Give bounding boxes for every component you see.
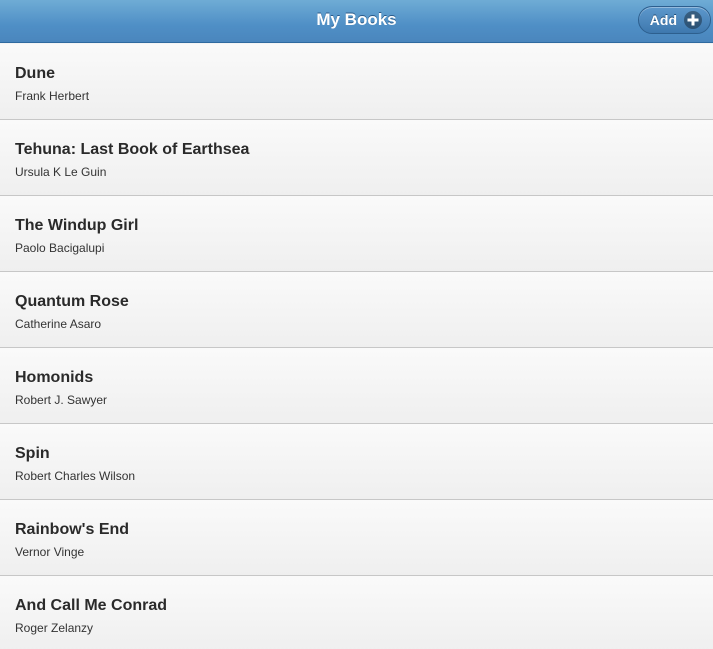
book-title: Tehuna: Last Book of Earthsea: [15, 141, 250, 158]
app-window: My Books Add Dune Frank Herbert Tehuna: …: [0, 0, 713, 649]
page-title: My Books: [316, 10, 397, 29]
book-author: Robert Charles Wilson: [15, 469, 136, 483]
book-author: Ursula K Le Guin: [15, 165, 107, 179]
book-title: Dune: [15, 65, 55, 82]
book-author: Catherine Asaro: [15, 317, 102, 331]
book-author: Frank Herbert: [15, 89, 90, 103]
book-title: Spin: [15, 445, 50, 462]
book-list-item[interactable]: Dune Frank Herbert: [0, 44, 713, 120]
book-author: Roger Zelanzy: [15, 621, 94, 635]
book-author: Paolo Bacigalupi: [15, 241, 105, 255]
book-list-item[interactable]: Spin Robert Charles Wilson: [0, 424, 713, 500]
header-bar: My Books Add: [0, 0, 713, 43]
book-list-item[interactable]: Homonids Robert J. Sawyer: [0, 348, 713, 424]
book-title: The Windup Girl: [15, 217, 139, 234]
book-list-item[interactable]: Rainbow's End Vernor Vinge: [0, 500, 713, 576]
book-title: Homonids: [15, 369, 94, 386]
add-button-label: Add: [649, 12, 677, 28]
book-list-item[interactable]: Quantum Rose Catherine Asaro: [0, 272, 713, 348]
book-title: And Call Me Conrad: [15, 597, 168, 614]
book-list-item[interactable]: Tehuna: Last Book of Earthsea Ursula K L…: [0, 120, 713, 196]
book-author: Robert J. Sawyer: [15, 393, 108, 407]
book-author: Vernor Vinge: [15, 545, 85, 559]
book-list: Dune Frank Herbert Tehuna: Last Book of …: [0, 44, 713, 649]
book-list-item[interactable]: The Windup Girl Paolo Bacigalupi: [0, 196, 713, 272]
add-book-button[interactable]: Add: [637, 6, 711, 34]
plus-circle-icon: [684, 11, 702, 29]
book-title: Rainbow's End: [15, 521, 130, 538]
book-list-item[interactable]: And Call Me Conrad Roger Zelanzy: [0, 576, 713, 649]
book-title: Quantum Rose: [15, 293, 129, 310]
